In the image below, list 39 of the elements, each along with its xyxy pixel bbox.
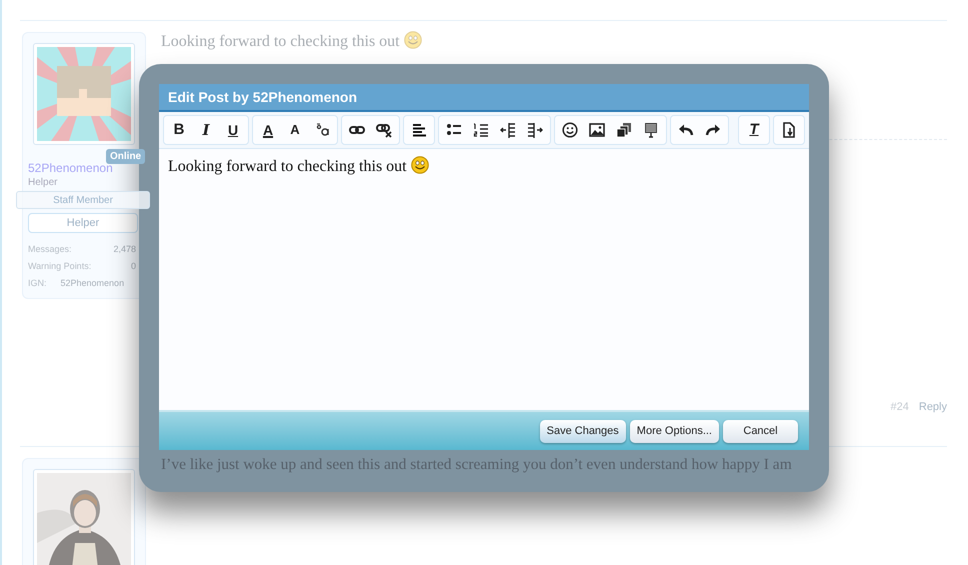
font-color-button[interactable]: A xyxy=(255,117,281,143)
dialog-button[interactable]: Save Changes xyxy=(540,420,626,442)
stat-value: 2,478 xyxy=(113,243,136,256)
outdent-icon[interactable] xyxy=(500,122,516,138)
user-title: Helper xyxy=(28,176,58,190)
template-icon[interactable] xyxy=(643,122,659,138)
stat-label: Warning Points: xyxy=(28,260,92,273)
dialog-button[interactable]: Cancel xyxy=(723,420,798,442)
smiley-icon xyxy=(404,31,422,49)
stat-value: 52Phenomenon xyxy=(60,277,124,290)
clear-formatting-button[interactable]: T xyxy=(741,117,767,143)
dialog-title: Edit Post by 52Phenomenon xyxy=(159,84,809,112)
toggle-source-icon[interactable] xyxy=(781,122,797,138)
numbered-list-icon[interactable] xyxy=(473,122,489,138)
undo-icon[interactable] xyxy=(678,122,694,138)
font-family-icon[interactable] xyxy=(314,122,330,138)
stat-label: IGN: xyxy=(28,277,47,290)
online-badge: Online xyxy=(106,149,146,164)
redo-icon[interactable] xyxy=(705,122,721,138)
bullet-list-icon[interactable] xyxy=(446,122,462,138)
message-text: Looking forward to checking this out xyxy=(161,33,400,50)
smiley-icon xyxy=(410,156,429,174)
stat-value: 0 xyxy=(130,260,136,273)
media-icon[interactable] xyxy=(616,122,632,138)
dialog-button[interactable]: More Options... xyxy=(630,420,719,442)
stat-label: Messages: xyxy=(28,243,72,256)
italic-button[interactable]: I xyxy=(193,117,219,143)
indent-icon[interactable] xyxy=(527,122,543,138)
image-icon[interactable] xyxy=(589,122,605,138)
post-number: #24 xyxy=(890,400,909,414)
align-left-icon[interactable] xyxy=(411,122,427,138)
rank-banner: Helper xyxy=(28,213,138,233)
font-size-button[interactable]: A xyxy=(282,117,308,143)
bold-button[interactable]: B xyxy=(166,117,192,143)
staff-banner: Staff Member xyxy=(16,191,150,209)
underline-button[interactable]: U xyxy=(220,117,246,143)
unlink-icon[interactable] xyxy=(376,122,392,138)
smiley-icon[interactable] xyxy=(562,122,578,138)
editor-text: Looking forward to checking this out xyxy=(168,158,407,175)
